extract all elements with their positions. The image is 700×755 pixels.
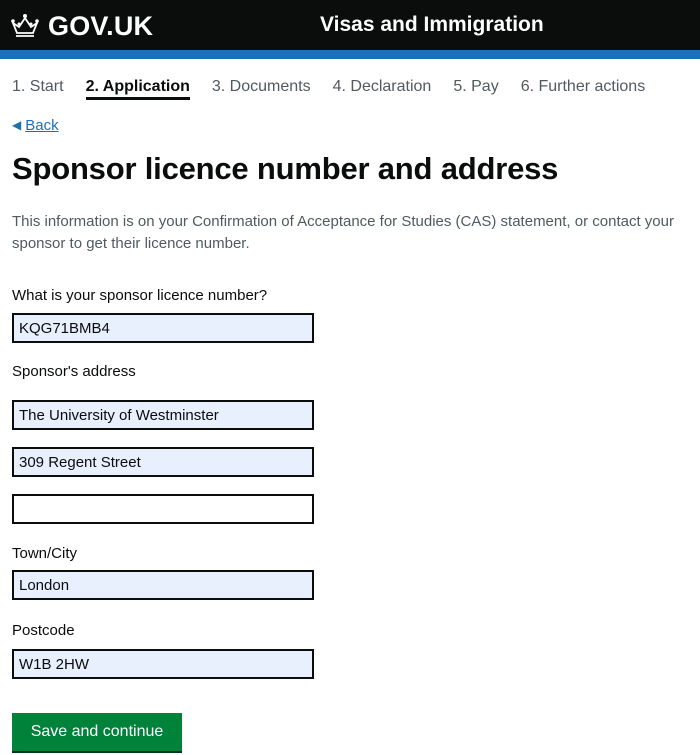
address-line-2-input[interactable] <box>12 447 314 477</box>
town-input[interactable] <box>12 570 314 600</box>
intro-text: This information is on your Confirmation… <box>12 213 674 252</box>
back-link-label: Back <box>25 116 59 134</box>
progress-steps: 1. Start 2. Application 3. Documents 4. … <box>12 76 667 100</box>
licence-number-label: What is your sponsor licence number? <box>12 287 268 304</box>
step-declaration[interactable]: 4. Declaration <box>333 76 432 100</box>
address-line-3-input[interactable] <box>12 494 314 524</box>
address-label: Sponsor's address <box>12 363 136 380</box>
step-pay[interactable]: 5. Pay <box>453 76 498 100</box>
service-name[interactable]: Visas and Immigration <box>320 10 544 40</box>
postcode-input[interactable] <box>12 649 314 679</box>
govuk-logo[interactable]: GOV.UK <box>10 8 153 44</box>
step-start[interactable]: 1. Start <box>12 76 64 100</box>
step-documents[interactable]: 3. Documents <box>212 76 311 100</box>
postcode-label: Postcode <box>12 622 75 639</box>
town-label: Town/City <box>12 545 78 562</box>
back-arrow-icon: ◀ <box>12 118 22 132</box>
brand-text: GOV.UK <box>48 10 154 41</box>
licence-number-input[interactable] <box>12 313 314 343</box>
page-title: Sponsor licence number and address <box>12 151 559 186</box>
save-and-continue-button[interactable]: Save and continue <box>12 713 182 751</box>
back-link[interactable]: ◀ Back <box>12 115 59 135</box>
site-header: GOV.UK Visas and Immigration <box>0 0 700 52</box>
step-further-actions[interactable]: 6. Further actions <box>521 76 646 100</box>
step-application[interactable]: 2. Application <box>85 76 190 100</box>
crown-icon <box>11 14 39 37</box>
address-line-1-input[interactable] <box>12 400 314 430</box>
header-accent-bar <box>0 50 700 59</box>
